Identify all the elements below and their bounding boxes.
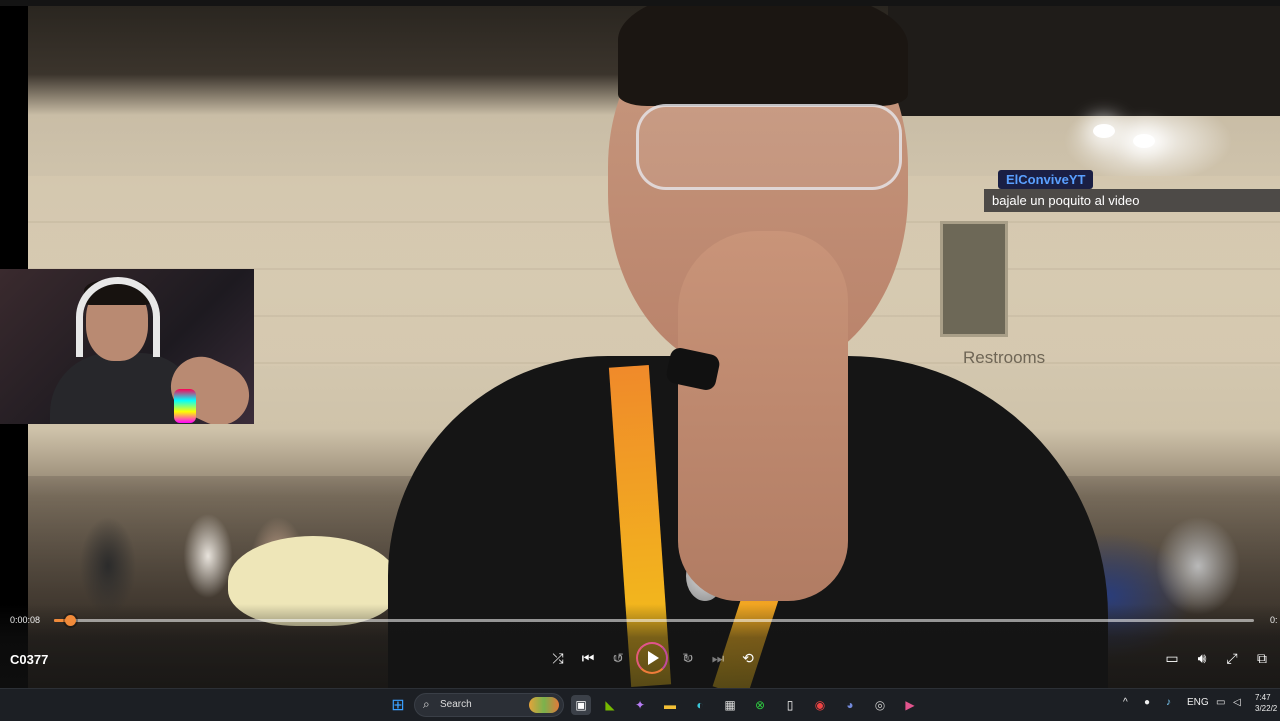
video-title: C0377 — [10, 652, 49, 667]
shuffle-button[interactable]: ⤮ — [546, 646, 570, 670]
language-indicator[interactable]: ENG — [1187, 697, 1209, 708]
search-placeholder: Search — [440, 699, 472, 710]
play-icon — [648, 651, 659, 665]
tray-app[interactable]: ● — [1144, 697, 1150, 708]
fullscreen-button[interactable]: ⤢ — [1220, 646, 1244, 670]
media-player-icon: ▶ — [905, 698, 915, 712]
xbox-icon: ⊗ — [754, 698, 766, 712]
seek-thumb[interactable] — [64, 615, 76, 626]
play-button[interactable] — [636, 642, 668, 674]
nvidia-icon: ◣ — [605, 698, 615, 712]
file-icon: ▯ — [786, 698, 794, 712]
obs-icon: ◎ — [874, 698, 886, 712]
webcam-overlay — [0, 269, 254, 424]
previous-icon: ⏮ — [581, 649, 595, 666]
seek-bar[interactable] — [54, 615, 1254, 626]
repeat-off-button[interactable]: ⟲ — [736, 646, 760, 670]
taskbar-copilot[interactable]: ✦ — [630, 695, 650, 715]
volume-button[interactable]: 🔊︎ — [1190, 646, 1214, 670]
copilot-icon: ✦ — [634, 698, 646, 712]
volume-icon: 🔊︎ — [1197, 649, 1207, 666]
taskbar-file-explorer[interactable]: ▬ — [660, 695, 680, 715]
taskbar: ⊞ ⌕ Search ▣ ◣ ✦ ▬ ◐ ▦ ⊗ ▯ ◉ ◕ ◎ ▶ ^ ● ♪… — [0, 688, 1280, 721]
current-time: 0:00:08 — [10, 615, 41, 625]
clock-date: 3/22/2 — [1255, 704, 1278, 713]
discord-icon: ◕ — [846, 698, 854, 712]
shuffle-icon: ⤮ — [552, 649, 564, 666]
taskbar-store[interactable]: ▦ — [720, 695, 740, 715]
taskbar-obs[interactable]: ◎ — [870, 695, 890, 715]
rgb-cup — [174, 389, 196, 423]
taskbar-notepad[interactable]: ▯ — [780, 695, 800, 715]
search-highlight-icon — [529, 697, 559, 713]
speaker-icon: ◁ — [1233, 697, 1241, 708]
taskbar-task-view[interactable]: ▣ — [571, 695, 591, 715]
network-icon: ▭ — [1216, 697, 1226, 708]
microphone-icon: ♪ — [1166, 697, 1171, 708]
glasses — [636, 104, 902, 190]
next-button[interactable]: ⏭ — [706, 646, 730, 670]
windows-icon: ⊞ — [391, 697, 405, 714]
rewind-seconds: 10 — [613, 653, 623, 663]
tray-network[interactable]: ▭ — [1216, 697, 1225, 708]
mini-player-icon: ▭ — [1165, 649, 1179, 666]
store-icon: ▦ — [724, 698, 736, 712]
tray-overflow-button[interactable]: ^ — [1123, 697, 1128, 708]
hand — [678, 231, 848, 601]
task-view-icon: ▣ — [575, 698, 587, 712]
clock-time: 7:47 — [1255, 693, 1271, 702]
repeat-off-icon: ⟲ — [742, 649, 754, 666]
main-person — [388, 6, 1128, 688]
fullscreen-icon: ⤢ — [1226, 649, 1238, 666]
headphones — [76, 277, 160, 357]
forward-seconds: 30 — [683, 653, 693, 663]
player-controls: 0:00:08 0: C0377 ⤮ ⏮ ↺ 10 ↻ 30 ⏭ ⟲ ▭ 🔊︎ … — [0, 604, 1280, 688]
taskbar-edge[interactable]: ◐ — [690, 695, 710, 715]
system-clock[interactable]: 7:47 3/22/2 — [1255, 692, 1277, 714]
hair — [618, 6, 908, 106]
taskbar-xbox[interactable]: ⊗ — [750, 695, 770, 715]
chat-message: bajale un poquito al video — [984, 189, 1280, 212]
chrome-icon: ◉ — [814, 698, 826, 712]
taskbar-chrome[interactable]: ◉ — [810, 695, 830, 715]
chat-username: ElConviveYT — [998, 170, 1094, 189]
forward-button[interactable]: ↻ 30 — [676, 646, 700, 670]
search-box[interactable]: ⌕ Search — [414, 693, 564, 717]
next-icon: ⏭ — [711, 649, 725, 666]
tray-volume[interactable]: ◁ — [1233, 697, 1241, 708]
tray-app-icon: ● — [1144, 697, 1151, 708]
tray-microphone[interactable]: ♪ — [1166, 697, 1171, 708]
taskbar-media-player[interactable]: ▶ — [900, 695, 920, 715]
start-button[interactable]: ⊞ — [388, 695, 408, 715]
picture-in-picture-icon: ⧉ — [1257, 649, 1267, 666]
taskbar-nvidia[interactable]: ◣ — [600, 695, 620, 715]
chevron-up-icon: ^ — [1123, 697, 1128, 708]
rewind-button[interactable]: ↺ 10 — [606, 646, 630, 670]
mini-player-button[interactable]: ▭ — [1160, 646, 1184, 670]
ceiling-light — [1133, 134, 1155, 148]
edge-icon: ◐ — [696, 698, 704, 712]
total-time: 0: — [1270, 615, 1278, 625]
previous-button[interactable]: ⏮ — [576, 646, 600, 670]
folder-icon: ▬ — [664, 698, 676, 712]
search-icon: ⌕ — [423, 697, 430, 711]
taskbar-discord[interactable]: ◕ — [840, 695, 860, 715]
chat-overlay: ElConviveYT bajale un poquito al video — [984, 170, 1280, 212]
more-options-button[interactable]: ⧉ — [1250, 646, 1274, 670]
